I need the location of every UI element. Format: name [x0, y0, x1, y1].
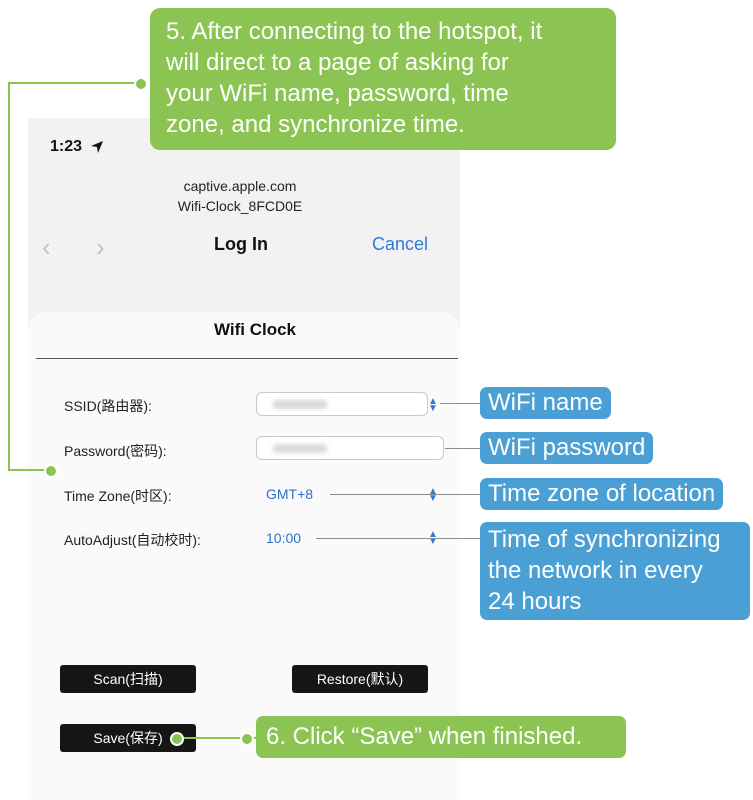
back-chevron-icon[interactable]: ‹: [42, 232, 51, 263]
password-field[interactable]: [256, 436, 444, 460]
status-time: 1:23: [50, 138, 83, 155]
password-value-blurred: [273, 444, 327, 453]
autoadjust-label: AutoAdjust(自动校时):: [64, 532, 201, 548]
step5-dot-bottom: [44, 464, 58, 478]
ssid-label: SSID(路由器):: [64, 398, 152, 414]
ssid-chevron-icon[interactable]: ▲ ▼: [428, 397, 438, 414]
wifi-password-tag: WiFi password: [480, 432, 654, 464]
timezone-select[interactable]: GMT+8: [266, 486, 313, 502]
autoadjust-select[interactable]: 10:00: [266, 530, 301, 546]
wifi-name-tag: WiFi name: [480, 387, 611, 419]
step5-line1: 5. After connecting to the hotspot, it: [166, 18, 543, 45]
host-ssid: Wifi-Clock_8FCD0E: [177, 198, 303, 214]
forward-chevron-icon[interactable]: ›: [96, 232, 105, 263]
title-divider: [36, 358, 458, 359]
step5-callout: 5. After connecting to the hotspot, it w…: [150, 8, 616, 150]
step5-line2: will direct to a page of asking for: [166, 49, 509, 76]
sync-tag: Time of synchronizing the network in eve…: [480, 522, 750, 620]
timezone-pointer: [330, 494, 480, 495]
cancel-button[interactable]: Cancel: [372, 234, 428, 255]
wifi-password-pointer: [445, 448, 480, 449]
ssid-value-blurred: [273, 400, 327, 409]
ssid-select[interactable]: [256, 392, 428, 416]
restore-button[interactable]: Restore(默认): [292, 665, 428, 693]
step5-connector-top: [8, 82, 142, 84]
sync-pointer: [316, 538, 480, 539]
timezone-chevron-icon[interactable]: ▲ ▼: [428, 487, 438, 504]
scan-button[interactable]: Scan(扫描): [60, 665, 196, 693]
nav-title: Log In: [214, 234, 268, 254]
host-domain: captive.apple.com: [183, 178, 297, 194]
host-header: captive.apple.com Wifi-Clock_8FCD0E: [160, 176, 320, 216]
sync-line3: 24 hours: [488, 588, 582, 615]
page-title: Wifi Clock: [213, 320, 297, 339]
step6-dot-left: [170, 732, 184, 746]
step5-connector-vertical: [8, 82, 10, 470]
step6-callout: 6. Click “Save” when finished.: [256, 716, 626, 758]
location-arrow-icon: [91, 141, 103, 153]
step6-dot-right: [240, 732, 254, 746]
step5-dot-top: [134, 77, 148, 91]
step5-line4: zone, and synchronize time.: [166, 111, 465, 138]
sync-line1: Time of synchronizing: [488, 526, 721, 553]
step5-line3: your WiFi name, password, time: [166, 80, 509, 107]
password-label: Password(密码):: [64, 443, 167, 459]
sync-line2: the network in every: [488, 557, 703, 584]
timezone-tag: Time zone of location: [480, 478, 724, 510]
wifi-name-pointer: [440, 403, 480, 404]
timezone-label: Time Zone(时区):: [64, 488, 172, 504]
